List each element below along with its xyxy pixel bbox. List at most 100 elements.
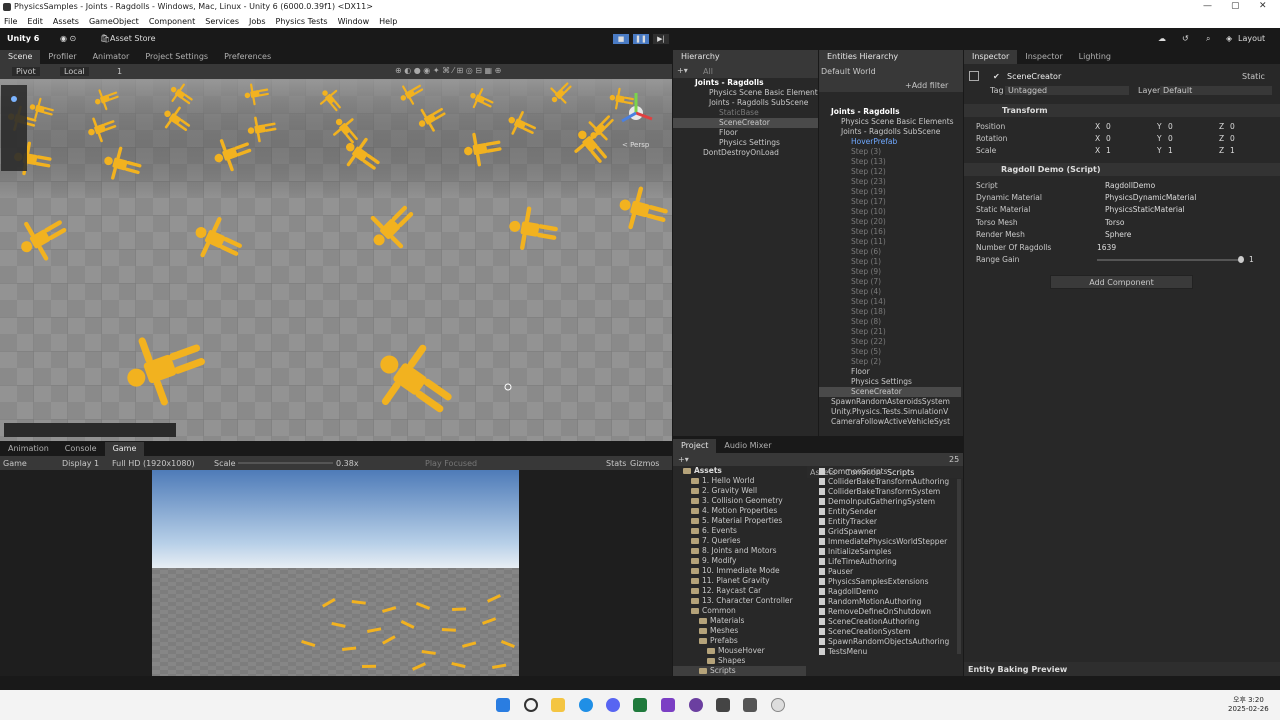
pause-button[interactable]: ❚❚ [632, 33, 650, 45]
excel-icon[interactable] [633, 698, 647, 712]
hierarchy-item[interactable]: Joints - Ragdolls SubScene [673, 98, 818, 108]
entity-item[interactable]: Physics Settings [819, 377, 961, 387]
tab-inspector-2[interactable]: Inspector [1017, 50, 1070, 64]
tab-inspector[interactable]: Inspector [964, 50, 1017, 64]
calculator-icon[interactable] [743, 698, 757, 712]
tab-hierarchy[interactable]: Hierarchy [673, 50, 818, 64]
gizmos-button[interactable]: Gizmos [630, 459, 659, 468]
entity-item[interactable]: Step (21) [819, 327, 961, 337]
menu-services[interactable]: Services [205, 17, 239, 26]
active-checkbox[interactable]: ✔ [993, 72, 1000, 81]
minimize-icon[interactable]: — [1203, 1, 1212, 11]
entity-item[interactable]: Step (23) [819, 177, 961, 187]
clock-date[interactable]: 2025-02-26 [1228, 705, 1269, 713]
script-file[interactable]: DemoInputGatheringSystem [817, 497, 957, 507]
torso-mesh-field[interactable]: Torso [1105, 218, 1124, 227]
script-file[interactable]: TestsMenu [817, 647, 957, 657]
entity-item[interactable]: HoverPrefab [819, 137, 961, 147]
script-file[interactable]: RandomMotionAuthoring [817, 597, 957, 607]
add-component-button[interactable]: Add Component [1050, 275, 1193, 289]
range-gain-slider[interactable] [1097, 259, 1241, 261]
play-focused-dropdown[interactable]: Play Focused [425, 459, 477, 468]
display-dropdown[interactable]: Display 1 [62, 459, 99, 468]
hierarchy-item-selected[interactable]: SceneCreator [673, 118, 818, 128]
asset-store-label[interactable]: Asset Store [110, 34, 156, 43]
folder-item[interactable]: Meshes [673, 626, 806, 636]
folder-item[interactable]: Scripts [673, 666, 806, 676]
persp-label[interactable]: < Persp [622, 141, 650, 149]
local-dropdown[interactable]: Local [60, 67, 89, 76]
entity-item[interactable]: Step (8) [819, 317, 961, 327]
unity-icon[interactable] [716, 698, 730, 712]
dynamic-material-field[interactable]: PhysicsDynamicMaterial [1105, 193, 1196, 202]
entity-item[interactable]: Step (4) [819, 287, 961, 297]
world-dropdown[interactable]: Default World [821, 67, 876, 76]
pivot-dropdown[interactable]: Pivot [12, 67, 40, 76]
entity-item[interactable]: Step (11) [819, 237, 961, 247]
hierarchy-item[interactable]: Floor [673, 128, 818, 138]
range-gain-handle[interactable] [1238, 256, 1244, 263]
position-x[interactable]: 0 [1106, 122, 1111, 131]
tab-lighting[interactable]: Lighting [1071, 50, 1119, 64]
folder-item[interactable]: 5. Material Properties [673, 516, 806, 526]
search-icon[interactable] [524, 698, 538, 712]
entity-item[interactable]: Step (10) [819, 207, 961, 217]
hierarchy-search[interactable]: All [703, 67, 713, 76]
tab-project-settings[interactable]: Project Settings [137, 50, 216, 64]
script-file[interactable]: ColliderBakeTransformAuthoring [817, 477, 957, 487]
script-file[interactable]: SceneCreationSystem [817, 627, 957, 637]
entity-item[interactable]: Step (22) [819, 337, 961, 347]
menu-assets[interactable]: Assets [53, 17, 79, 26]
position-y[interactable]: 0 [1168, 122, 1173, 131]
entity-item[interactable]: Step (14) [819, 297, 961, 307]
menu-gameobject[interactable]: GameObject [89, 17, 139, 26]
script-file[interactable]: CommonScripts [817, 467, 957, 477]
layer-dropdown[interactable]: Default [1160, 86, 1272, 95]
entity-item[interactable]: Step (1) [819, 257, 961, 267]
entity-item[interactable]: CameraFollowActiveVehicleSyst [819, 417, 961, 427]
resolution-dropdown[interactable]: Full HD (1920x1080) [112, 459, 195, 468]
menu-edit[interactable]: Edit [27, 17, 43, 26]
rotation-z[interactable]: 0 [1230, 134, 1235, 143]
static-material-field[interactable]: PhysicsStaticMaterial [1105, 205, 1185, 214]
step-button[interactable]: ▶| [652, 33, 670, 45]
entity-baking-preview[interactable]: Entity Baking Preview [968, 665, 1067, 674]
edge-icon[interactable] [579, 698, 593, 712]
hierarchy-item[interactable]: DontDestroyOnLoad [673, 148, 818, 158]
scale-x[interactable]: 1 [1106, 146, 1111, 155]
folder-item[interactable]: Prefabs [673, 636, 806, 646]
search-icon[interactable]: ⌕ [1206, 34, 1210, 44]
folder-item[interactable]: Common [673, 606, 806, 616]
scene-viewport[interactable]: < Persp [0, 79, 672, 441]
tab-console[interactable]: Console [57, 442, 105, 456]
scene-overlay-toolbar[interactable] [4, 423, 176, 437]
script-file[interactable]: SpawnRandomObjectsAuthoring [817, 637, 957, 647]
folder-item[interactable]: 11. Planet Gravity [673, 576, 806, 586]
script-field[interactable]: RagdollDemo [1105, 181, 1155, 190]
menu-window[interactable]: Window [338, 17, 370, 26]
project-add-icon[interactable]: +▾ [678, 455, 689, 464]
folder-item[interactable]: 10. Immediate Mode [673, 566, 806, 576]
folder-item[interactable]: 1. Hello World [673, 476, 806, 486]
game-mode-dropdown[interactable]: Game [3, 459, 27, 468]
rotation-x[interactable]: 0 [1106, 134, 1111, 143]
tab-animator[interactable]: Animator [85, 50, 138, 64]
grid-size[interactable]: 1 [117, 67, 122, 76]
tab-entities-hierarchy[interactable]: Entities Hierarchy [819, 50, 963, 64]
script-file[interactable]: GridSpawner [817, 527, 957, 537]
script-file[interactable]: ColliderBakeTransformSystem [817, 487, 957, 497]
menu-component[interactable]: Component [149, 17, 195, 26]
play-button[interactable]: ■ [612, 33, 630, 45]
scene-view-tools[interactable]: ⊕ ◐ ● ◉ ✦ ⌘ ⁄ ⊞ ◎ ⊟ ▦ ⊕ [395, 66, 501, 75]
entity-item[interactable]: Step (9) [819, 267, 961, 277]
add-filter-button[interactable]: +Add filter [905, 81, 948, 90]
unity-account-button[interactable]: Unity 6 [7, 34, 39, 43]
folder-item[interactable]: 7. Queries [673, 536, 806, 546]
folder-item[interactable]: 2. Gravity Well [673, 486, 806, 496]
scale-slider[interactable] [238, 462, 333, 464]
cloud-services-icon[interactable]: ☁ [1158, 34, 1166, 43]
script-file[interactable]: RagdollDemo [817, 587, 957, 597]
entity-item[interactable]: Joints - Ragdolls SubScene [819, 127, 961, 137]
script-file[interactable]: SceneCreationAuthoring [817, 617, 957, 627]
entity-item[interactable]: Step (2) [819, 357, 961, 367]
